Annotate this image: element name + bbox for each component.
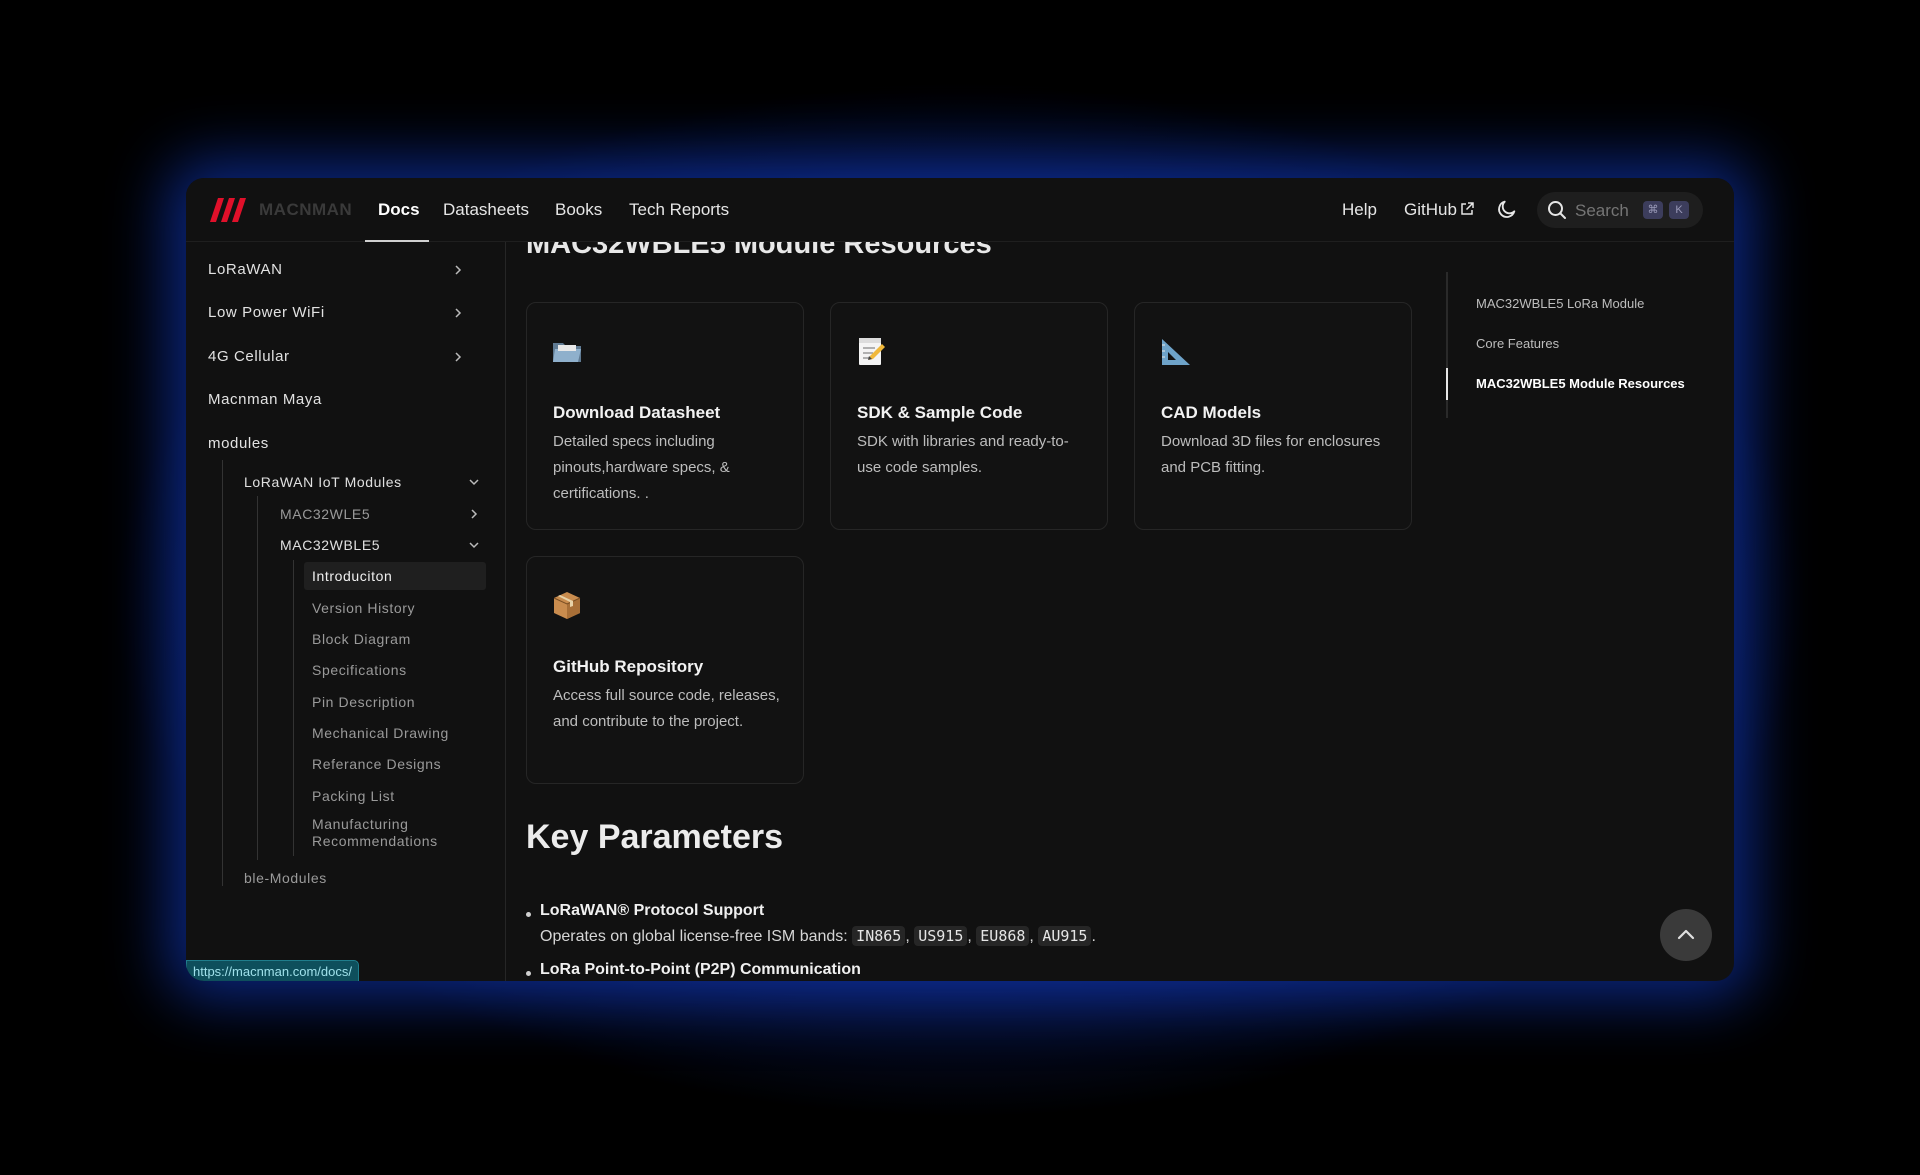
browser-window: MACNMAN Docs Datasheets Books Tech Repor…: [186, 178, 1734, 981]
search-icon: [1548, 201, 1566, 219]
sidebar-item-lorawan-iot-modules[interactable]: LoRaWAN IoT Modules: [244, 468, 484, 496]
tree-guide-line: [222, 460, 223, 886]
bullet-title: LoRaWAN® Protocol Support: [540, 902, 765, 919]
memo-icon: [859, 338, 885, 365]
nav-docs[interactable]: Docs: [378, 200, 420, 220]
tree-guide-line: [293, 560, 294, 856]
kbd-cmd: ⌘: [1643, 201, 1663, 219]
sidebar-item-label: LoRaWAN IoT Modules: [244, 474, 402, 490]
triangle-ruler-icon: [1162, 339, 1190, 365]
main-content: MAC32WBLE5 Module Resources Download Dat…: [506, 242, 1436, 981]
sidebar-item-mac32wble5[interactable]: MAC32WBLE5: [280, 531, 484, 559]
band-code: EU868: [976, 926, 1030, 946]
card-description: Access full source code, releases, and c…: [553, 687, 780, 730]
card-title: CAD Models: [1161, 403, 1262, 422]
key-parameters-heading: Key Parameters: [526, 818, 784, 856]
toc-active-indicator: [1446, 368, 1448, 400]
chevron-right-icon: [455, 265, 462, 275]
card-title: Download Datasheet: [553, 403, 721, 422]
github-label: GitHub: [1404, 200, 1457, 219]
toc-item-core-features[interactable]: Core Features: [1476, 336, 1559, 351]
section-title: MAC32WBLE5 Module Resources: [526, 242, 992, 260]
package-icon: [553, 592, 581, 619]
nav-help[interactable]: Help: [1342, 200, 1377, 220]
bullet-dot: [526, 971, 531, 976]
sidebar-item-label: MAC32WBLE5: [280, 537, 381, 553]
sidebar-item-introduciton[interactable]: Introduciton: [304, 562, 486, 590]
tree-guide-line: [257, 496, 258, 860]
nav-tech-reports[interactable]: Tech Reports: [629, 200, 729, 220]
sidebar: LoRaWAN Low Power WiFi 4G Cellular Macnm…: [186, 242, 506, 981]
card-description: Download 3D files for enclosures and PCB…: [1161, 433, 1381, 476]
folder-icon: [553, 343, 581, 362]
sidebar-item-lorawan[interactable]: LoRaWAN: [208, 252, 468, 288]
nav-datasheets[interactable]: Datasheets: [443, 200, 529, 220]
sidebar-item-version-history[interactable]: Version History: [304, 594, 486, 622]
sidebar-item-label: ble-Modules: [244, 870, 327, 886]
card-title: GitHub Repository: [553, 657, 704, 676]
sidebar-item-pin-description[interactable]: Pin Description: [304, 688, 486, 716]
bullet-dot: [526, 912, 531, 917]
card-description: Detailed specs including pinouts,hardwar…: [553, 433, 730, 502]
sidebar-item-modules[interactable]: modules: [208, 426, 468, 462]
toc-item-module-resources[interactable]: MAC32WBLE5 Module Resources: [1476, 376, 1685, 391]
sidebar-item-label: modules: [208, 435, 269, 452]
band-code: US915: [914, 926, 968, 946]
sidebar-item-block-diagram[interactable]: Block Diagram: [304, 625, 486, 653]
sidebar-item-label: Macnman Maya: [208, 391, 322, 408]
macnman-logo-icon[interactable]: [206, 198, 250, 222]
band-code: AU915: [1038, 926, 1092, 946]
bullet-body-text: Operates on global license-free ISM band…: [540, 928, 853, 945]
nav-books[interactable]: Books: [555, 200, 602, 220]
chevron-right-icon: [455, 308, 462, 318]
band-code: IN865: [852, 926, 906, 946]
sidebar-item-specifications[interactable]: Specifications: [304, 656, 486, 684]
status-url-preview: https://macnman.com/docs/: [186, 960, 359, 981]
bullet-title: LoRa Point-to-Point (P2P) Communication: [540, 961, 861, 978]
sidebar-item-mac32wle5[interactable]: MAC32WLE5: [280, 500, 484, 528]
sidebar-item-low-power-wifi[interactable]: Low Power WiFi: [208, 295, 468, 331]
kbd-k: K: [1669, 201, 1689, 219]
chevron-right-icon: [455, 352, 462, 362]
brand-name[interactable]: MACNMAN: [259, 200, 352, 220]
card-cad-models[interactable]: CAD Models Download 3D files for enclosu…: [1134, 302, 1412, 530]
external-link-icon: [1461, 202, 1474, 215]
search-box[interactable]: ⌘ K: [1537, 192, 1703, 228]
sidebar-item-macnman-maya[interactable]: Macnman Maya: [208, 382, 468, 418]
sidebar-item-referance-designs[interactable]: Referance Designs: [304, 750, 486, 778]
chevron-down-icon: [469, 479, 479, 486]
scroll-to-top-button[interactable]: [1660, 909, 1712, 961]
chevron-down-icon: [469, 542, 479, 549]
nav-github[interactable]: GitHub: [1404, 200, 1474, 220]
toc-item-lora-module[interactable]: MAC32WBLE5 LoRa Module: [1476, 296, 1644, 311]
sidebar-item-mechanical-drawing[interactable]: Mechanical Drawing: [304, 719, 486, 747]
sidebar-item-packing-list[interactable]: Packing List: [304, 782, 486, 810]
sidebar-item-manufacturing-recommendations[interactable]: Manufacturing Recommendations: [304, 814, 486, 854]
bullet-body: Operates on global license-free ISM band…: [540, 926, 1096, 946]
moon-icon[interactable]: [1496, 198, 1518, 220]
sidebar-item-label: MAC32WLE5: [280, 506, 371, 522]
sidebar-item-ble-modules[interactable]: ble-Modules: [244, 864, 484, 892]
sidebar-item-label: LoRaWAN: [208, 261, 283, 278]
bullet-body-suffix: .: [1091, 928, 1096, 945]
card-title: SDK & Sample Code: [857, 403, 1023, 422]
sidebar-item-label: 4G Cellular: [208, 348, 290, 365]
card-description: SDK with libraries and ready-to-use code…: [857, 433, 1069, 476]
top-navbar: MACNMAN Docs Datasheets Books Tech Repor…: [186, 178, 1734, 242]
sidebar-item-4g-cellular[interactable]: 4G Cellular: [208, 339, 468, 375]
sidebar-item-label: Low Power WiFi: [208, 304, 325, 321]
chevron-right-icon: [471, 509, 478, 519]
card-github-repository[interactable]: GitHub Repository Access full source cod…: [526, 556, 804, 784]
card-sdk-sample-code[interactable]: SDK & Sample Code SDK with libraries and…: [830, 302, 1108, 530]
card-download-datasheet[interactable]: Download Datasheet Detailed specs includ…: [526, 302, 804, 530]
search-input[interactable]: [1575, 201, 1645, 221]
chevron-up-icon: [1677, 929, 1695, 940]
